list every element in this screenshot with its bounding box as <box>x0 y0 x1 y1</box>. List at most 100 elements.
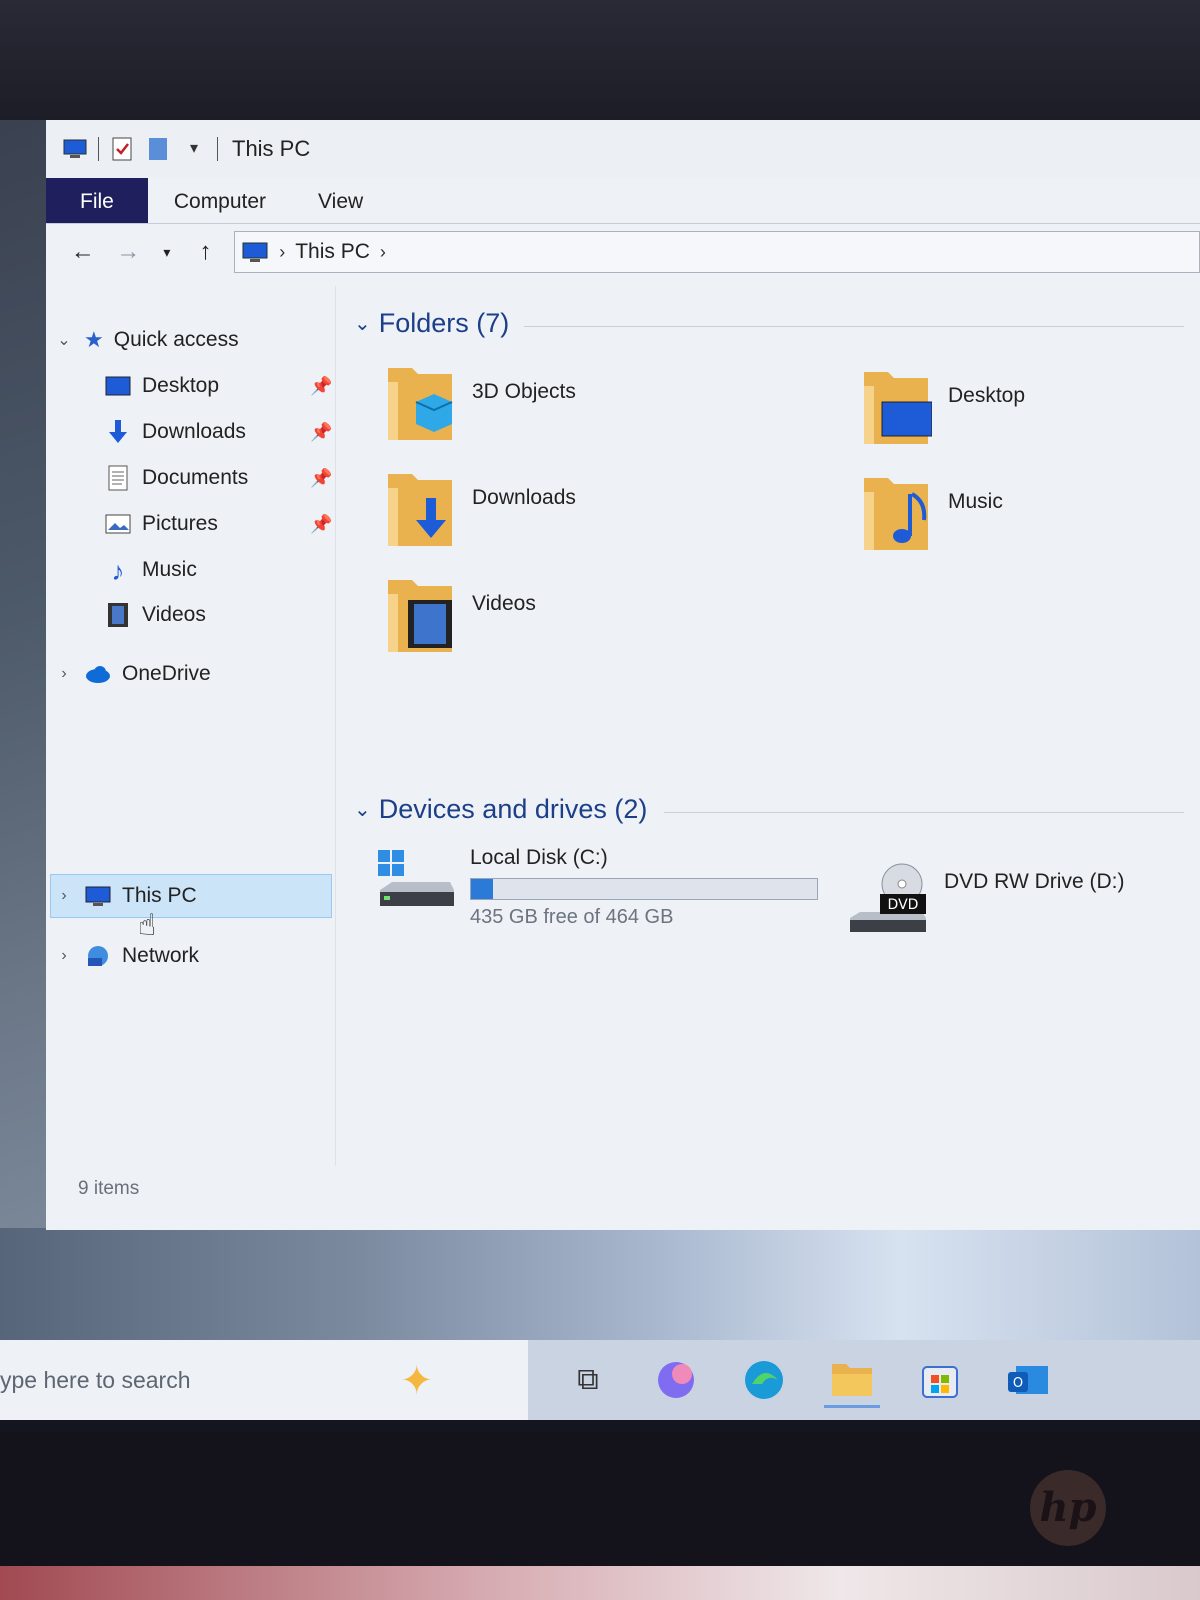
star-icon: ★ <box>84 327 104 352</box>
tab-view[interactable]: View <box>292 178 389 223</box>
videos-icon <box>108 603 128 627</box>
computer-icon <box>242 242 268 262</box>
taskbar-search-box[interactable]: ype here to search ✦ <box>0 1340 528 1420</box>
recent-locations-chevron-icon[interactable]: ▾ <box>157 244 177 261</box>
tree-item-onedrive[interactable]: › OneDrive <box>54 654 211 694</box>
chevron-down-icon[interactable]: ⌄ <box>54 330 74 350</box>
tree-item-this-pc[interactable]: › This PC <box>54 876 197 916</box>
drive-usage-bar <box>470 878 818 900</box>
tree-item-quick-access[interactable]: ⌄ ★ Quick access <box>54 320 239 360</box>
pin-icon[interactable]: 📌 <box>310 468 332 489</box>
hp-logo: hp <box>1030 1470 1106 1546</box>
folder-label: Downloads <box>472 486 576 509</box>
pictures-icon <box>105 514 131 534</box>
computer-icon <box>85 886 111 906</box>
folder-tile-videos[interactable]: Videos <box>386 574 536 658</box>
folder-tile-downloads[interactable]: Downloads <box>386 468 576 552</box>
tree-item-label: Network <box>122 944 200 967</box>
devices-group-header[interactable]: ⌄ Devices and drives (2) <box>354 794 647 825</box>
tree-item-label: Downloads <box>142 420 246 443</box>
folder-label: 3D Objects <box>472 380 576 403</box>
task-view-icon[interactable]: ⧉ <box>560 1352 616 1408</box>
tree-item-label: OneDrive <box>122 662 211 685</box>
tree-item-videos[interactable]: Videos <box>104 595 206 635</box>
folder-label: Desktop <box>948 384 1026 407</box>
tab-file[interactable]: File <box>46 178 148 223</box>
group-header-label: Folders (7) <box>378 308 510 338</box>
music-icon: ♪ <box>111 556 125 586</box>
hand-cursor-icon: ☝ <box>138 909 157 942</box>
folder-tile-music[interactable]: Music <box>862 472 1003 556</box>
onedrive-cloud-icon <box>86 666 110 683</box>
breadcrumb-this-pc[interactable]: This PC <box>295 240 370 264</box>
drive-usage-fill <box>471 879 493 899</box>
drive-tile-dvd-rw-d[interactable]: DVD DVD RW Drive (D:) <box>846 862 1124 938</box>
group-header-label: Devices and drives (2) <box>378 794 648 824</box>
pin-icon[interactable]: 📌 <box>310 422 332 443</box>
tree-item-label: Quick access <box>113 328 239 351</box>
drive-free-space: 435 GB free of 464 GB <box>470 906 674 928</box>
drive-label: Local Disk (C:) <box>470 846 608 869</box>
edge-icon[interactable] <box>736 1352 792 1408</box>
new-folder-icon[interactable] <box>145 136 171 162</box>
tree-item-label: This PC <box>122 884 197 907</box>
breadcrumb-chevron-icon[interactable]: › <box>380 242 386 263</box>
music-folder-icon <box>864 478 928 550</box>
tree-item-documents[interactable]: Documents <box>104 458 248 498</box>
tree-item-downloads[interactable]: Downloads <box>104 412 246 452</box>
chevron-right-icon[interactable]: › <box>54 665 74 683</box>
properties-icon[interactable] <box>109 136 135 162</box>
chevron-down-icon[interactable]: ⌄ <box>354 311 371 336</box>
forward-arrow-icon[interactable]: → <box>112 238 146 266</box>
documents-icon <box>108 465 128 491</box>
navigation-bar: ← → ▾ ↑ › This PC › <box>46 224 1200 280</box>
taskbar: ype here to search ✦ ⧉ O <box>0 1340 1200 1420</box>
tree-item-label: Music <box>142 558 197 581</box>
chevron-right-icon[interactable]: › <box>54 947 74 965</box>
ribbon: File Computer View <box>46 178 1200 224</box>
videos-folder-icon <box>388 580 452 652</box>
back-arrow-icon[interactable]: ← <box>66 238 100 266</box>
breadcrumb-chevron-icon[interactable]: › <box>279 242 285 263</box>
copilot-icon[interactable] <box>648 1352 704 1408</box>
separator <box>217 137 218 161</box>
chevron-down-icon[interactable]: ⌄ <box>354 797 371 822</box>
folder-label: Music <box>948 490 1003 513</box>
tree-item-pictures[interactable]: Pictures <box>104 504 218 544</box>
divider <box>664 812 1184 813</box>
drive-tile-local-disk-c[interactable]: Local Disk (C:) 435 GB free of 464 GB <box>376 846 818 929</box>
computer-icon[interactable] <box>62 136 88 162</box>
pin-icon[interactable]: 📌 <box>310 376 332 397</box>
tree-item-music[interactable]: ♪ Music <box>104 550 197 590</box>
window-title: This PC <box>232 136 311 161</box>
tree-item-label: Videos <box>142 603 206 626</box>
address-bar[interactable]: › This PC › <box>234 231 1200 273</box>
monitor-bezel-top <box>0 0 1200 120</box>
tab-computer[interactable]: Computer <box>148 178 292 223</box>
pin-icon[interactable]: 📌 <box>310 514 332 535</box>
drive-info: Local Disk (C:) 435 GB free of 464 GB <box>470 846 818 929</box>
divider <box>524 326 1184 327</box>
tree-item-label: Desktop <box>142 374 220 397</box>
folders-group-header[interactable]: ⌄ Folders (7) <box>354 308 509 339</box>
folder-tile-desktop[interactable]: Desktop <box>862 366 1025 450</box>
tree-item-desktop[interactable]: Desktop <box>104 366 219 406</box>
store-icon[interactable] <box>912 1352 968 1408</box>
file-explorer-icon[interactable] <box>824 1352 880 1408</box>
svg-text:O: O <box>1013 1376 1023 1391</box>
dvd-badge: DVD <box>888 897 919 913</box>
tree-item-network[interactable]: › Network <box>54 936 199 976</box>
windows-drive-icon <box>378 850 454 906</box>
download-icon <box>109 420 127 443</box>
file-explorer-window: ▾ This PC File Computer View ← → ▾ ↑ › T… <box>46 120 1200 1230</box>
outlook-icon[interactable]: O <box>1000 1352 1056 1408</box>
desk-surface <box>0 1566 1200 1600</box>
up-arrow-icon[interactable]: ↑ <box>189 238 223 266</box>
separator <box>98 137 99 161</box>
desktop-wallpaper-bottom <box>0 1228 1200 1348</box>
copilot-sparkle-icon: ✦ <box>400 1359 434 1403</box>
content-pane: ⌄ Folders (7) 3D Objects Desktop Downloa… <box>346 286 1196 1166</box>
customize-quick-access-icon[interactable]: ▾ <box>181 136 207 162</box>
chevron-right-icon[interactable]: › <box>54 887 74 905</box>
folder-tile-3d-objects[interactable]: 3D Objects <box>386 362 576 446</box>
